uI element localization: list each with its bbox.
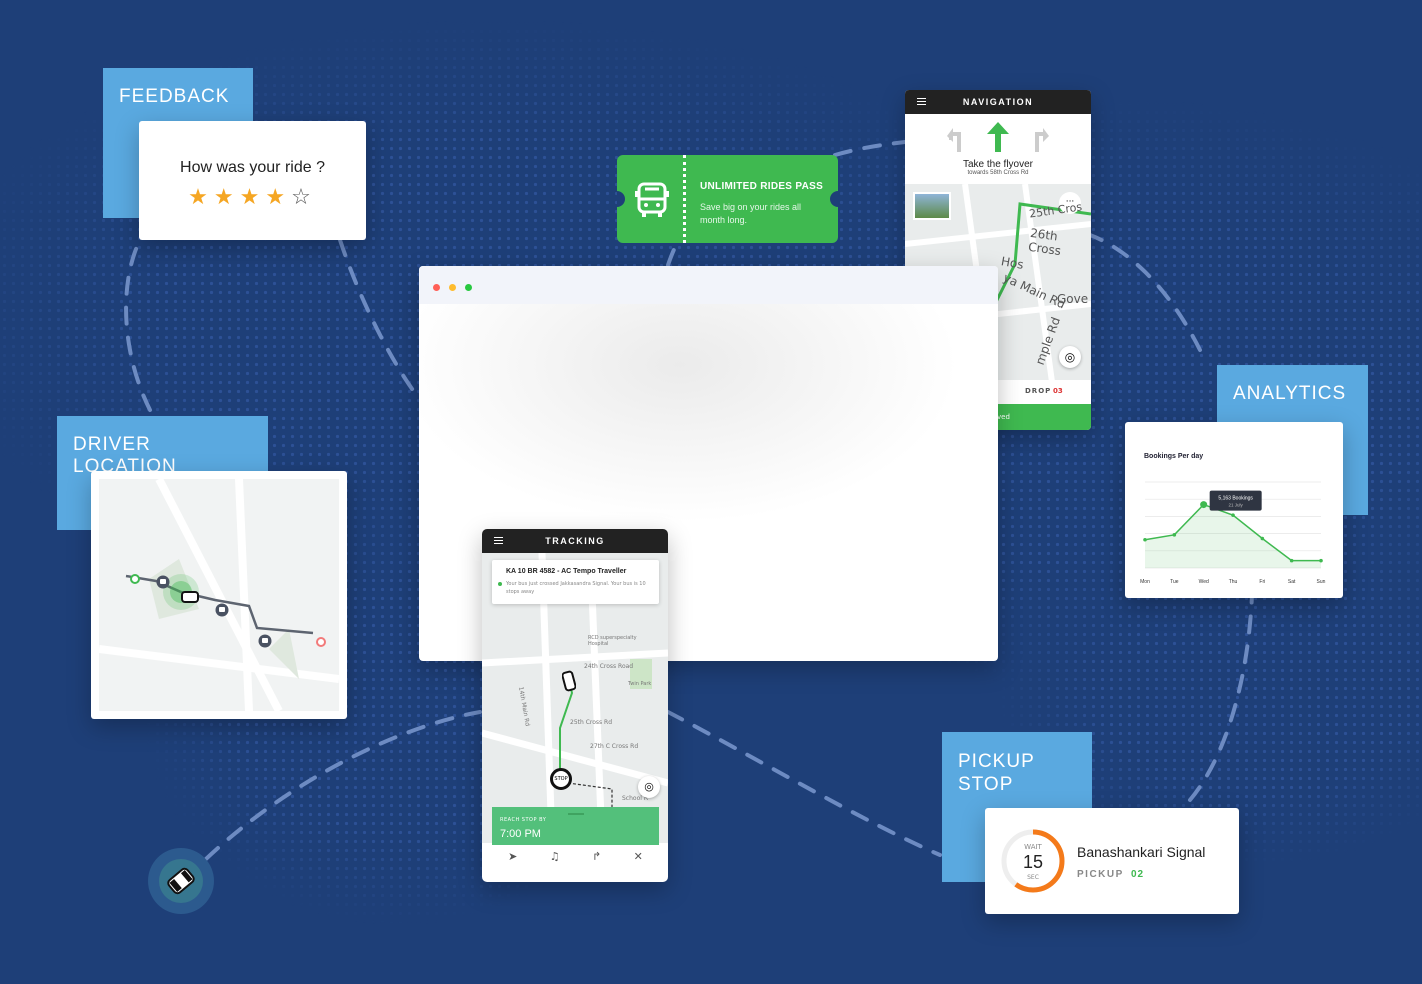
star-filled-icon[interactable]: ★ [188,185,214,210]
street-label: Gove [1057,292,1089,306]
map-street-label: Twin Park [628,681,652,687]
chart-tooltip-value: 5,163 Bookings [1218,496,1253,502]
browser-titlebar [419,266,998,304]
driver-location-map[interactable] [99,479,339,711]
pickup-tag-line2: STOP [958,774,1014,795]
turn-left-icon [947,128,961,152]
chart-tick-label: Wed [1199,579,1209,585]
locate-button[interactable]: ◎ [1059,346,1081,368]
status-dot [498,582,502,586]
star-filled-icon[interactable]: ★ [214,185,240,210]
wait-label: WAIT [1024,843,1042,851]
tracking-phone: TRACKING 14th Main Rd 24th Cross Road 25… [482,529,668,882]
rides-pass-ticket[interactable]: UNLIMITED RIDES PASS Save big on your ri… [617,155,838,243]
close-icon[interactable]: ✕ [634,850,643,863]
feedback-question: How was your ride ? [180,159,325,176]
star-filled-icon[interactable]: ★ [265,185,291,210]
share-icon[interactable]: ↱ [592,850,601,863]
drop-value: 03 [1053,387,1063,395]
chart-point[interactable] [1172,533,1177,537]
bus-icon [635,182,669,217]
reach-stop-label: REACH STOP BY [500,817,547,823]
stop-marker-icon[interactable]: STOP [550,768,572,790]
route-start-icon [130,574,140,584]
chart-tick-label: Sat [1288,579,1296,585]
tracking-header: TRACKING [482,529,668,553]
chart-tick-label: Sun [1317,579,1326,585]
analytics-card: Bookings Per day Mon Tue Wed Thu Fri Sat Sun 5,… [1125,422,1343,598]
wait-unit: SEC [1027,874,1039,881]
minimize-window-button[interactable] [449,284,456,291]
map-street-label: 24th Cross Road [584,663,634,670]
close-window-button[interactable] [433,284,440,291]
map-street-label: 27th C Cross Rd [590,743,639,750]
pass-subtitle: Save big on your rides all month long. [700,202,802,225]
navigation-header: NAVIGATION [905,90,1091,114]
tracking-action-bar: ➤ ♫ ↱ ✕ [492,845,659,867]
analytics-tag-label: ANALYTICS [1233,383,1347,404]
navigate-icon[interactable]: ➤ [508,850,517,863]
maximize-window-button[interactable] [465,284,472,291]
chart-point[interactable] [1319,558,1323,563]
car-icon [148,848,214,914]
reach-stop-time: 7:00 PM [500,828,541,840]
pickup-tag-line1: PICKUP [958,751,1035,772]
chart-point[interactable] [1143,537,1147,542]
turn-right-icon [1035,128,1049,152]
feedback-tag-label: FEEDBACK [119,86,230,107]
drop-label: DROP [1025,387,1052,395]
bus-stop-icon[interactable] [156,575,170,589]
nav-instruction: Take the flyover [962,159,1034,170]
route-end-icon [316,637,326,647]
bell-icon[interactable]: ♫ [550,850,560,863]
navigation-title: NAVIGATION [962,97,1034,107]
pickup-card: WAIT 15 SEC Banashankari Signal PICKUP 0… [985,808,1239,914]
place-thumbnail[interactable] [913,192,951,220]
bus-marker-icon[interactable] [181,591,199,603]
bus-marker-icon[interactable] [562,670,576,692]
bus-stop-icon[interactable] [215,603,229,617]
chart-point[interactable] [1260,536,1265,541]
chart-tick-label: Mon [1140,579,1150,585]
menu-icon[interactable] [494,537,503,544]
chart-tick-label: Tue [1170,579,1179,585]
nav-subinstruction: towards 58th Cross Rd [967,170,1029,176]
star-empty-icon[interactable]: ☆ [291,185,317,210]
map-street-label: 25th Cross Rd [570,719,613,726]
locate-button[interactable]: ◎ [638,776,660,798]
nav-footer-text: ved [997,413,1010,421]
stop-name: Banashankari Signal [1077,844,1206,860]
reach-stop-banner[interactable]: REACH STOP BY 7:00 PM [492,807,659,845]
wait-value: 15 [1022,852,1044,872]
vehicle-card[interactable]: KA 10 BR 4582 - AC Tempo Traveller Your … [492,560,659,604]
feedback-card: How was your ride ? ★★★★☆ [139,121,366,240]
direction-arrows [905,114,1091,152]
pickup-value: 02 [1131,869,1145,880]
rating-stars[interactable]: ★★★★☆ [139,185,366,210]
chart-point[interactable] [1231,513,1235,517]
chart-point[interactable] [1289,558,1294,563]
pickup-label: PICKUP [1077,869,1124,880]
map-street-label: RCD superspecialty Hospital [588,635,637,647]
bookings-chart[interactable]: Mon Tue Wed Thu Fri Sat Sun 5,163 Bookings21 Ju… [1125,422,1343,598]
chart-tick-label: Thu [1229,579,1238,585]
straight-arrow-icon [987,122,1009,152]
vehicle-status: Your bus just crossed Jakkasandra Signal… [506,581,646,595]
chart-tick-label: Fri [1259,579,1265,585]
tracking-title: TRACKING [545,536,605,546]
chart-point[interactable] [1200,501,1208,509]
driver-location-card [91,471,347,719]
star-filled-icon[interactable]: ★ [240,185,266,210]
pass-title: UNLIMITED RIDES PASS [700,181,824,192]
vehicle-name: KA 10 BR 4582 - AC Tempo Traveller [506,568,627,575]
bus-stop-icon[interactable] [258,634,272,648]
menu-icon[interactable] [917,98,926,105]
chart-tooltip-date: 21 July [1229,503,1244,508]
